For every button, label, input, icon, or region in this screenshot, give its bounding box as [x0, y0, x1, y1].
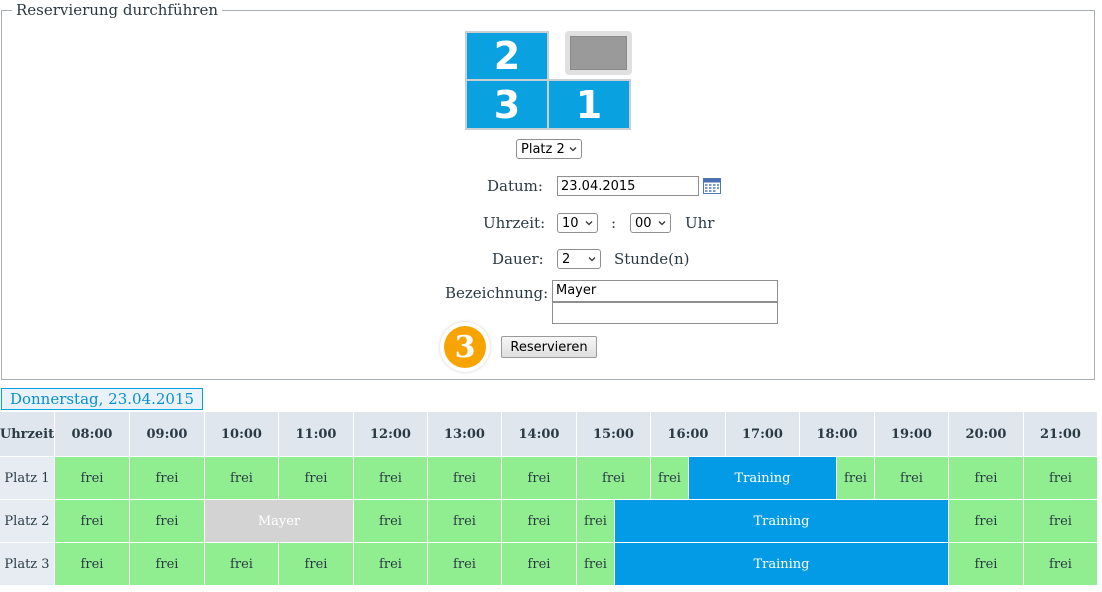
court-1-number: 1 [575, 82, 603, 127]
court-3-number: 3 [493, 82, 521, 127]
slot-free[interactable]: frei [279, 543, 354, 586]
schedule-time-header: Uhrzeit [0, 412, 55, 457]
slot-free[interactable]: frei [837, 457, 875, 500]
slot-free[interactable]: frei [55, 457, 130, 500]
hour-select-value: 10 [562, 215, 579, 231]
slot-booked[interactable]: Mayer [205, 500, 354, 543]
duration-select-value: 2 [562, 251, 571, 267]
court-2-number: 2 [493, 34, 521, 78]
slot-free[interactable]: frei [354, 500, 428, 543]
minute-select[interactable]: 00 [630, 213, 671, 233]
slot-free[interactable]: frei [1024, 457, 1098, 500]
hour-header: 16:00 [651, 412, 726, 457]
name-input-1[interactable]: Mayer [552, 280, 778, 302]
hour-header: 10:00 [205, 412, 279, 457]
duration-unit: Stunde(n) [614, 250, 690, 268]
time-label: Uhrzeit: [483, 214, 546, 232]
row-label-platz-1: Platz 1 [0, 457, 55, 500]
slot-free[interactable]: frei [205, 457, 279, 500]
slot-free[interactable]: frei [130, 457, 205, 500]
slot-free[interactable]: frei [651, 457, 689, 500]
name-label: Bezeichnung: [445, 284, 549, 302]
hour-header: 13:00 [428, 412, 502, 457]
hour-header: 15:00 [577, 412, 651, 457]
time-separator: : [611, 214, 617, 232]
slot-free[interactable]: frei [577, 457, 651, 500]
slot-free[interactable]: frei [949, 457, 1024, 500]
slot-free[interactable]: frei [279, 457, 354, 500]
slot-free[interactable]: frei [428, 500, 502, 543]
court-3-tile[interactable]: 3 [465, 79, 549, 130]
court-unavailable-tile [565, 31, 632, 75]
minute-select-value: 00 [635, 215, 652, 231]
slot-training[interactable]: Training [689, 457, 837, 500]
calendar-icon[interactable] [703, 178, 721, 194]
court-unavailable-inner [570, 36, 627, 70]
duration-label: Dauer: [492, 250, 544, 268]
row-label-platz-2: Platz 2 [0, 500, 55, 543]
slot-free[interactable]: frei [1024, 543, 1098, 586]
slot-free[interactable]: frei [502, 543, 577, 586]
court-1-tile[interactable]: 1 [547, 79, 631, 130]
name-input-2[interactable] [552, 302, 778, 324]
slot-training[interactable]: Training [615, 500, 949, 543]
slot-free[interactable]: frei [354, 457, 428, 500]
hour-select[interactable]: 10 [557, 213, 598, 233]
time-unit: Uhr [685, 214, 715, 232]
slot-free[interactable]: frei [130, 543, 205, 586]
chevron-down-icon [588, 257, 596, 262]
slot-free[interactable]: frei [502, 457, 577, 500]
hour-header: 18:00 [800, 412, 875, 457]
slot-free[interactable]: frei [55, 500, 130, 543]
slot-free[interactable]: frei [205, 543, 279, 586]
slot-free[interactable]: frei [502, 500, 577, 543]
step-badge: 3 [440, 322, 490, 372]
row-label-platz-3: Platz 3 [0, 543, 55, 586]
chevron-down-icon [658, 221, 666, 226]
chevron-down-icon [569, 147, 577, 152]
step-number: 3 [444, 326, 486, 368]
hour-header: 08:00 [55, 412, 130, 457]
hour-header: 11:00 [279, 412, 354, 457]
date-input[interactable]: 23.04.2015 [557, 176, 699, 196]
hour-header: 17:00 [726, 412, 800, 457]
court-select-value: Platz 2 [521, 141, 565, 157]
date-label: Datum: [487, 177, 543, 195]
slot-free[interactable]: frei [354, 543, 428, 586]
chevron-down-icon [585, 221, 593, 226]
hour-header: 14:00 [502, 412, 577, 457]
slot-free[interactable]: frei [949, 543, 1024, 586]
hour-header: 12:00 [354, 412, 428, 457]
slot-free[interactable]: frei [875, 457, 949, 500]
schedule-day-label: Donnerstag, 23.04.2015 [1, 388, 203, 410]
slot-free[interactable]: frei [55, 543, 130, 586]
slot-free[interactable]: frei [428, 457, 502, 500]
slot-free[interactable]: frei [577, 500, 615, 543]
slot-free[interactable]: frei [1024, 500, 1098, 543]
slot-free[interactable]: frei [428, 543, 502, 586]
hour-header: 21:00 [1024, 412, 1098, 457]
slot-free[interactable]: frei [577, 543, 615, 586]
slot-free[interactable]: frei [130, 500, 205, 543]
fieldset-legend: Reservierung durchführen [12, 1, 223, 19]
hour-header: 19:00 [875, 412, 949, 457]
court-select[interactable]: Platz 2 [516, 139, 582, 159]
duration-select[interactable]: 2 [557, 249, 601, 269]
slot-training[interactable]: Training [615, 543, 949, 586]
hour-header: 09:00 [130, 412, 205, 457]
court-2-tile[interactable]: 2 [465, 31, 549, 81]
slot-free[interactable]: frei [949, 500, 1024, 543]
reserve-button[interactable]: Reservieren [501, 336, 597, 358]
hour-header: 20:00 [949, 412, 1024, 457]
